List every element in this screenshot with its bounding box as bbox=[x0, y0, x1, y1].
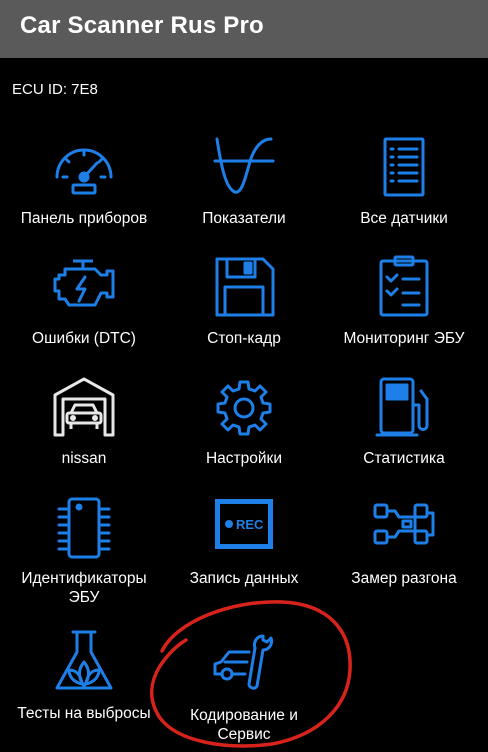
car-wrench-icon bbox=[213, 634, 273, 690]
tile-ecu-identifiers[interactable]: Идентификаторы ЭБУ bbox=[3, 495, 165, 615]
tile-ecu-monitoring[interactable]: Мониторинг ЭБУ bbox=[323, 255, 485, 375]
checklist-icon bbox=[379, 255, 429, 317]
tile-label: Настройки bbox=[205, 450, 282, 467]
chip-icon bbox=[57, 497, 111, 559]
waveform-icon bbox=[213, 137, 275, 194]
fuel-pump-icon bbox=[375, 377, 429, 437]
list-icon bbox=[383, 137, 425, 197]
record-icon: REC bbox=[215, 499, 273, 549]
rec-badge: REC bbox=[236, 517, 264, 532]
engine-icon bbox=[53, 259, 115, 307]
tile-acceleration[interactable]: Замер разгона bbox=[323, 495, 485, 615]
tile-label: Ошибки (DTC) bbox=[32, 330, 136, 347]
tile-label: Запись данных bbox=[189, 570, 299, 587]
gear-icon bbox=[216, 380, 272, 436]
flask-leaf-icon bbox=[55, 630, 113, 690]
tile-dashboard[interactable]: Панель приборов bbox=[3, 135, 165, 255]
floppy-disk-icon bbox=[215, 257, 275, 317]
tile-label: Тесты на выбросы bbox=[17, 705, 151, 722]
app-bar: Car Scanner Rus Pro bbox=[0, 0, 488, 58]
tile-statistics[interactable]: Статистика bbox=[323, 375, 485, 495]
tile-label: Идентификаторы ЭБУ bbox=[21, 570, 147, 606]
tile-label: Кодирование и Сервис bbox=[190, 707, 298, 743]
race-car-icon bbox=[373, 503, 435, 545]
tile-all-sensors[interactable]: Все датчики bbox=[323, 135, 485, 255]
tile-label: Замер разгона bbox=[351, 570, 457, 587]
gauge-icon bbox=[55, 148, 113, 195]
tile-label: Показатели bbox=[202, 210, 286, 227]
tile-indicators[interactable]: Показатели bbox=[163, 135, 325, 255]
tile-label: Стоп-кадр bbox=[207, 330, 281, 347]
ecu-id-label: ECU ID: 7E8 bbox=[12, 81, 98, 98]
tile-freeze-frame[interactable]: Стоп-кадр bbox=[163, 255, 325, 375]
app-title: Car Scanner Rus Pro bbox=[20, 12, 264, 39]
garage-car-icon bbox=[53, 377, 115, 437]
tile-label: nissan bbox=[61, 450, 107, 467]
tile-nissan[interactable]: nissan bbox=[3, 375, 165, 495]
tile-label: Статистика bbox=[363, 450, 445, 467]
tile-coding-service[interactable]: Кодирование и Сервис bbox=[163, 632, 325, 752]
tile-emission-tests[interactable]: Тесты на выбросы bbox=[3, 630, 165, 750]
tile-dtc-errors[interactable]: Ошибки (DTC) bbox=[3, 255, 165, 375]
tile-label: Все датчики bbox=[360, 210, 448, 227]
tile-label: Панель приборов bbox=[20, 210, 148, 227]
tile-data-recording[interactable]: REC Запись данных bbox=[163, 495, 325, 615]
tile-settings[interactable]: Настройки bbox=[163, 375, 325, 495]
tile-label: Мониторинг ЭБУ bbox=[343, 330, 465, 347]
